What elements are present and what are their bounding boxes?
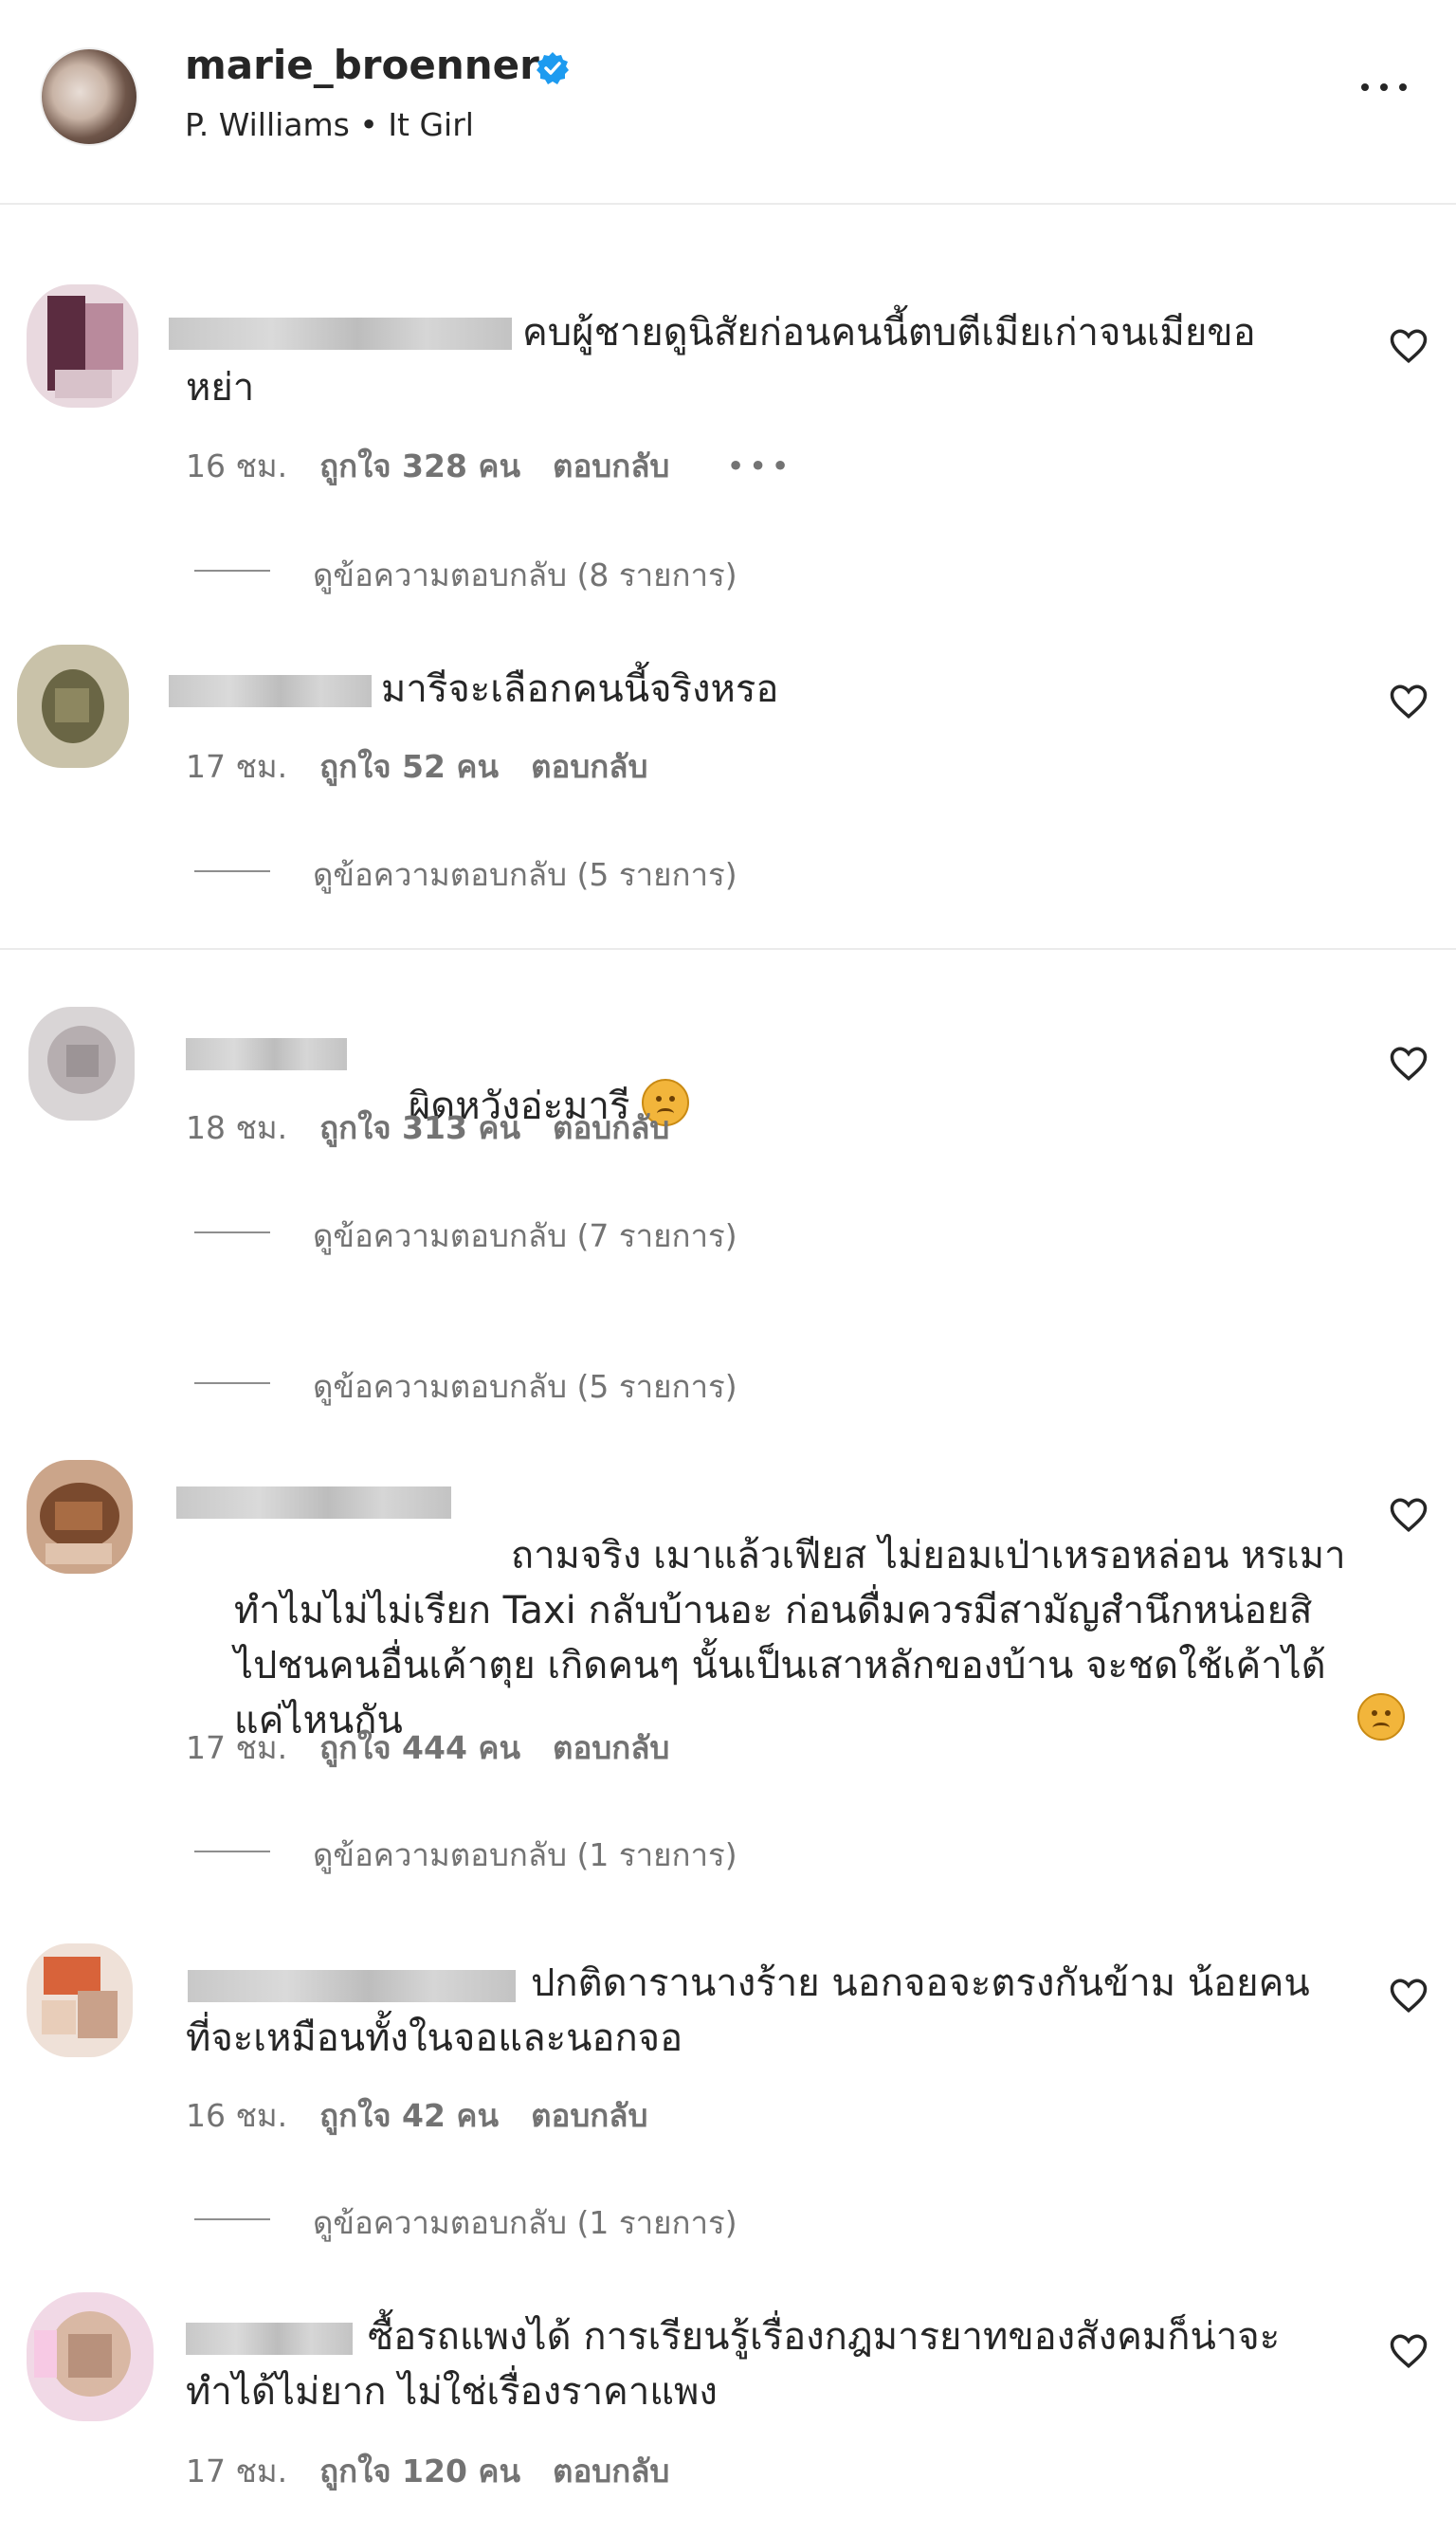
commenter-avatar[interactable] [27, 2292, 154, 2421]
comment-likes[interactable]: ถูกใจ 313 คน [319, 1109, 520, 1146]
comment-likes[interactable]: ถูกใจ 52 คน [319, 748, 499, 785]
comment-meta: 16 ชม. ถูกใจ 42 คน ตอบกลับ [186, 2090, 647, 2141]
view-replies-line [194, 870, 270, 872]
like-heart-icon[interactable] [1389, 1496, 1429, 1534]
comment-meta: 18 ชม. ถูกใจ 313 คน ตอบกลับ [186, 1103, 669, 1153]
reply-button[interactable]: ตอบกลับ [553, 2453, 669, 2489]
comment-meta: 17 ชม. ถูกใจ 52 คน ตอบกลับ [186, 741, 647, 792]
comment-time: 17 ชม. [186, 2453, 288, 2489]
like-heart-icon[interactable] [1389, 2332, 1429, 2370]
comment-time: 16 ชม. [186, 2097, 288, 2134]
commenter-avatar[interactable] [17, 645, 129, 768]
redacted-username [169, 675, 372, 707]
view-replies-button[interactable]: ดูข้อความตอบกลับ (8 รายการ) [313, 550, 737, 600]
comment-likes[interactable]: ถูกใจ 444 คน [319, 1729, 520, 1766]
like-heart-icon[interactable] [1389, 1977, 1429, 2015]
profile-avatar[interactable] [40, 47, 138, 146]
reply-button[interactable]: ตอบกลับ [553, 1729, 669, 1766]
reply-button[interactable]: ตอบกลับ [531, 2097, 647, 2134]
view-replies-line [194, 1231, 270, 1233]
view-replies-line [194, 2218, 270, 2220]
reply-button[interactable]: ตอบกลับ [553, 1109, 669, 1146]
view-replies-line [194, 1851, 270, 1852]
like-heart-icon[interactable] [1389, 683, 1429, 720]
comment-text: มารีจะเลือกคนนี้จริงหรอ [381, 667, 779, 711]
comment-likes[interactable]: ถูกใจ 42 คน [319, 2097, 499, 2134]
comment-time: 17 ชม. [186, 748, 288, 785]
more-options-icon[interactable] [1357, 72, 1410, 100]
comment-meta: 16 ชม. ถูกใจ 328 คน ตอบกลับ ••• [186, 441, 793, 491]
verified-badge-icon [537, 52, 569, 84]
comment-time: 18 ชม. [186, 1109, 288, 1146]
comment-text: คบผู้ชายดูนิสัยก่อนคนนี้ตบตีเมียเก่าจนเม… [186, 311, 1256, 410]
comment-time: 17 ชม. [186, 1729, 288, 1766]
redacted-username [186, 1038, 347, 1070]
comment-meta: 17 ชม. ถูกใจ 444 คน ตอบกลับ [186, 1723, 669, 1773]
view-replies-line [194, 1382, 270, 1384]
comment-meta: 17 ชม. ถูกใจ 120 คน ตอบกลับ [186, 2446, 669, 2496]
view-replies-button[interactable]: ดูข้อความตอบกลับ (5 รายการ) [313, 1361, 737, 1412]
comment-text: ปกติดารานางร้าย นอกจอจะตรงกันข้าม น้อยคน… [186, 1961, 1310, 2060]
commenter-avatar[interactable] [27, 1460, 133, 1574]
unamused-face-emoji-icon [1357, 1693, 1406, 1741]
reply-button[interactable]: ตอบกลับ [531, 748, 647, 785]
profile-username[interactable]: marie_broenner [185, 42, 539, 88]
post-header: marie_broenner P. Williams • It Girl [0, 0, 1456, 204]
view-replies-button[interactable]: ดูข้อความตอบกลับ (1 รายการ) [313, 1830, 737, 1880]
header-divider [0, 203, 1456, 205]
like-heart-icon[interactable] [1389, 327, 1429, 365]
comment-likes[interactable]: ถูกใจ 328 คน [319, 447, 520, 484]
view-replies-button[interactable]: ดูข้อความตอบกลับ (5 รายการ) [313, 849, 737, 900]
comment-more-button[interactable]: ••• [726, 447, 792, 484]
comment-text-content: ถามจริง เมาแล้วเฟียส ไม่ยอมเป่าเหรอหล่อน… [233, 1534, 1346, 1742]
section-divider [0, 948, 1456, 950]
commenter-avatar[interactable] [28, 1007, 135, 1121]
profile-subtitle: P. Williams • It Girl [185, 106, 474, 143]
comment-text: ซื้อรถแพงได้ การเรียนรู้เรื่องกฎมารยาทขอ… [186, 2315, 1281, 2414]
view-replies-button[interactable]: ดูข้อความตอบกลับ (1 รายการ) [313, 2198, 737, 2248]
view-replies-button[interactable]: ดูข้อความตอบกลับ (7 รายการ) [313, 1211, 737, 1261]
view-replies-line [194, 570, 270, 572]
commenter-avatar[interactable] [27, 284, 138, 408]
commenter-avatar[interactable] [27, 1943, 133, 2057]
like-heart-icon[interactable] [1389, 1045, 1429, 1083]
comment-time: 16 ชม. [186, 447, 288, 484]
reply-button[interactable]: ตอบกลับ [553, 447, 669, 484]
comment-likes[interactable]: ถูกใจ 120 คน [319, 2453, 520, 2489]
